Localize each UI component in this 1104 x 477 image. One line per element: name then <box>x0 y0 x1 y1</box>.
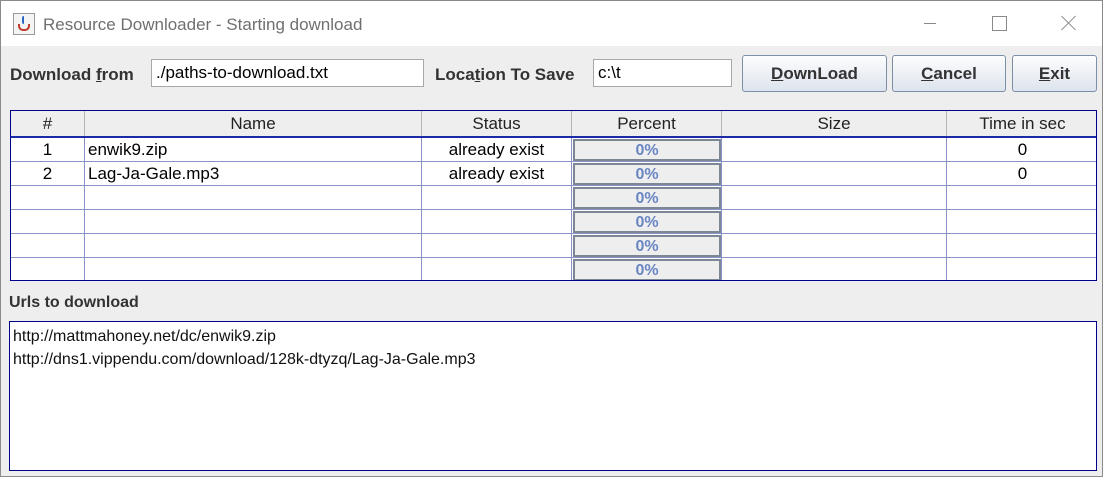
cell-time: 0 <box>1017 164 1028 183</box>
progress-bar: 0% <box>573 235 721 257</box>
column-header-time[interactable]: Time in sec <box>947 111 1096 136</box>
cell-size <box>722 258 947 280</box>
cell-time <box>947 186 1096 209</box>
cell-status: already exist <box>422 162 572 185</box>
cell-size <box>722 234 947 257</box>
progress-bar: 0% <box>573 259 721 280</box>
download-from-label: Download from <box>10 65 134 84</box>
progress-text: 0% <box>635 190 659 207</box>
download-button[interactable]: DownLoad <box>742 55 887 92</box>
cell-name <box>85 234 422 257</box>
cell-percent: 0% <box>572 138 722 161</box>
progress-text: 0% <box>635 238 659 255</box>
cell-number <box>11 234 85 257</box>
cell-name <box>85 258 422 280</box>
cell-status <box>422 258 572 280</box>
cell-name <box>85 186 422 209</box>
url-line: http://mattmahoney.net/dc/enwik9.zip <box>13 328 276 345</box>
table-row[interactable]: 0% <box>11 234 1096 258</box>
location-to-save-input[interactable] <box>593 59 732 87</box>
cell-percent: 0% <box>572 258 722 280</box>
progress-text: 0% <box>635 214 659 231</box>
cell-percent: 0% <box>572 162 722 185</box>
java-app-icon <box>13 13 35 35</box>
table-row[interactable]: 2 Lag-Ja-Gale.mp3 already exist 0% 0 <box>11 162 1096 186</box>
progress-bar: 0% <box>573 139 721 161</box>
column-header-number[interactable]: # <box>11 111 85 136</box>
table-row[interactable]: 0% <box>11 258 1096 280</box>
urls-textarea[interactable]: http://mattmahoney.net/dc/enwik9.zip htt… <box>9 321 1097 471</box>
cell-number: 1 <box>11 138 85 161</box>
close-icon[interactable] <box>1045 1 1091 46</box>
cell-size <box>722 138 947 161</box>
progress-text: 0% <box>635 262 659 279</box>
column-header-size[interactable]: Size <box>722 111 947 136</box>
cell-size <box>722 162 947 185</box>
column-header-status[interactable]: Status <box>422 111 572 136</box>
table-header: # Name Status Percent Size Time in sec <box>11 111 1096 138</box>
cell-number <box>11 186 85 209</box>
urls-label: Urls to download <box>9 294 139 311</box>
cell-name: Lag-Ja-Gale.mp3 <box>85 162 422 185</box>
progress-text: 0% <box>635 166 659 183</box>
cell-time <box>947 234 1096 257</box>
cell-percent: 0% <box>572 186 722 209</box>
cell-name <box>85 210 422 233</box>
cell-status: already exist <box>422 138 572 161</box>
progress-bar: 0% <box>573 211 721 233</box>
cell-status <box>422 186 572 209</box>
progress-text: 0% <box>635 142 659 159</box>
location-to-save-label: Location To Save <box>435 65 575 84</box>
maximize-icon[interactable] <box>975 1 1021 46</box>
progress-bar: 0% <box>573 187 721 209</box>
downloads-table: # Name Status Percent Size Time in sec 1… <box>10 110 1097 281</box>
cell-status <box>422 234 572 257</box>
cell-number: 2 <box>11 162 85 185</box>
cell-status <box>422 210 572 233</box>
cell-size <box>722 186 947 209</box>
column-header-percent[interactable]: Percent <box>572 111 722 136</box>
cell-time <box>947 258 1096 280</box>
cell-number <box>11 210 85 233</box>
column-header-name[interactable]: Name <box>85 111 422 136</box>
cancel-button[interactable]: Cancel <box>892 55 1006 92</box>
cell-time <box>947 210 1096 233</box>
cell-size <box>722 210 947 233</box>
download-from-input[interactable] <box>151 59 424 87</box>
cell-percent: 0% <box>572 210 722 233</box>
cell-number <box>11 258 85 280</box>
window-title: Resource Downloader - Starting download <box>43 15 363 34</box>
resource-downloader-window: Resource Downloader - Starting download … <box>0 0 1103 477</box>
table-row[interactable]: 0% <box>11 186 1096 210</box>
exit-button[interactable]: Exit <box>1012 55 1097 92</box>
cell-name: enwik9.zip <box>85 138 422 161</box>
progress-bar: 0% <box>573 163 721 185</box>
minimize-icon[interactable] <box>907 1 953 46</box>
table-row[interactable]: 0% <box>11 210 1096 234</box>
url-line: http://dns1.vippendu.com/download/128k-d… <box>13 351 476 368</box>
title-bar[interactable]: Resource Downloader - Starting download <box>1 1 1102 46</box>
table-row[interactable]: 1 enwik9.zip already exist 0% 0 <box>11 138 1096 162</box>
cell-percent: 0% <box>572 234 722 257</box>
cell-time: 0 <box>1017 140 1028 159</box>
